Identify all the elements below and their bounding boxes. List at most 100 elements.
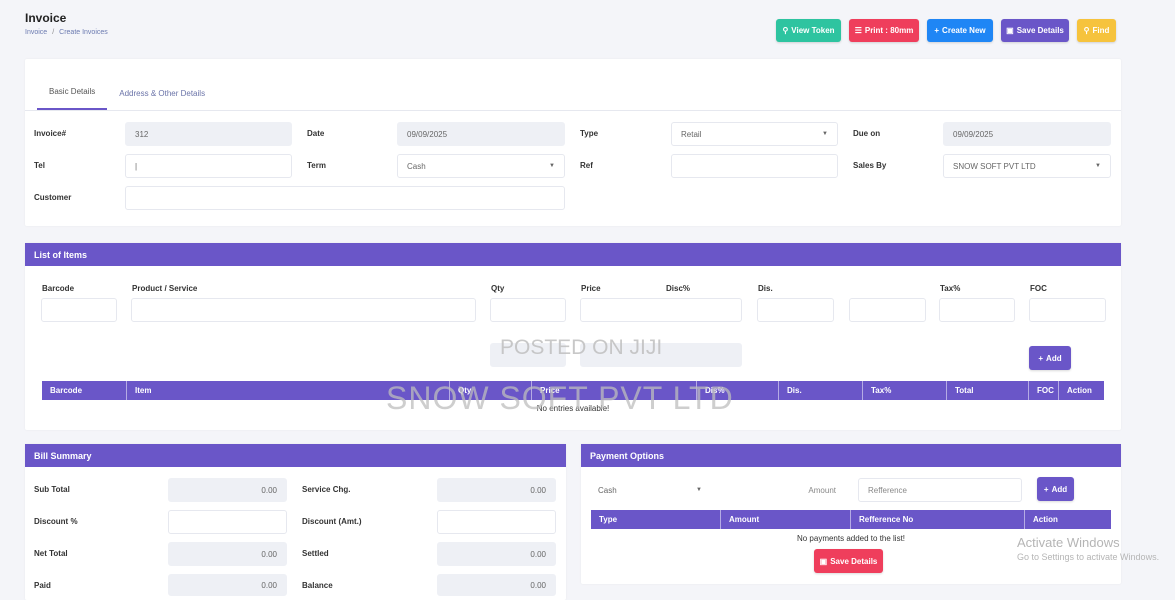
sub-total-label: Sub Total	[34, 485, 70, 494]
discount-amt-label: Discount (Amt.)	[302, 517, 362, 526]
add-item-button[interactable]: + Add	[1029, 346, 1071, 370]
term-label: Term	[307, 161, 326, 170]
find-button[interactable]: ⚲ Find	[1077, 19, 1116, 42]
payments-table-header: Type Amount Refference No Action	[591, 510, 1111, 529]
net-total-field[interactable]: 0.00	[168, 542, 287, 566]
service-charge-field[interactable]: 0.00	[437, 478, 556, 502]
payment-save-details-button[interactable]: ▣ Save Details	[814, 549, 883, 573]
print-button[interactable]: ☰ Print : 80mm	[849, 19, 919, 42]
company-watermark: SNOW SOFT PVT LTD	[386, 380, 734, 416]
add-item-label: Add	[1046, 353, 1062, 363]
view-token-button[interactable]: ⚲ View Token	[776, 19, 841, 42]
list-of-items-title: List of Items	[25, 243, 1121, 266]
payment-amount-placeholder: Amount	[808, 485, 836, 495]
entry-amount-input[interactable]	[849, 298, 926, 322]
add-payment-label: Add	[1051, 484, 1068, 494]
entry-barcode-input[interactable]	[41, 298, 117, 322]
chevron-down-icon: ▼	[549, 163, 555, 169]
payment-method-value: Cash	[598, 485, 617, 495]
paid-value: 0.00	[261, 580, 277, 590]
settled-field[interactable]: 0.00	[437, 542, 556, 566]
page-title: Invoice	[25, 11, 67, 25]
create-new-button[interactable]: + Create New	[927, 19, 993, 42]
print-label: Print : 80mm	[864, 26, 914, 35]
discount-amt-input[interactable]	[437, 510, 556, 534]
chevron-down-icon: ▼	[822, 131, 828, 137]
payment-amount-input[interactable]: Amount	[722, 478, 846, 502]
tel-input[interactable]: |	[125, 154, 292, 178]
invoice-number-value: 312	[135, 129, 149, 139]
payment-reference-input[interactable]: Refference	[858, 478, 1022, 502]
plus-icon: +	[934, 26, 940, 35]
entry-dis-input[interactable]	[757, 298, 834, 322]
term-value: Cash	[407, 161, 426, 171]
col-dis: Dis.	[779, 381, 863, 400]
tab-address-other-details[interactable]: Address & Other Details	[107, 89, 217, 110]
entry-tax-label: Tax%	[940, 284, 961, 293]
settled-label: Settled	[302, 549, 329, 558]
search-icon: ⚲	[1083, 26, 1090, 35]
chevron-down-icon: ▼	[1095, 163, 1101, 169]
type-label: Type	[580, 129, 599, 138]
tab-basic-details[interactable]: Basic Details	[37, 87, 108, 110]
paid-field[interactable]: 0.00	[168, 574, 287, 596]
col-barcode: Barcode	[42, 381, 127, 400]
entry-product-input[interactable]	[131, 298, 476, 322]
entry-qty-input[interactable]	[490, 298, 566, 322]
entry-tax-input[interactable]	[939, 298, 1015, 322]
sales-by-select[interactable]: SNOW SOFT PVT LTD ▼	[943, 154, 1111, 178]
ref-label: Ref	[580, 161, 593, 170]
breadcrumb: Invoice / Create Invoices	[25, 29, 108, 36]
breadcrumb-create-invoices: Create Invoices	[59, 29, 108, 36]
entry-foc-label: FOC	[1030, 284, 1047, 293]
col-payment-amount: Amount	[721, 510, 851, 529]
save-icon: ▣	[1006, 26, 1014, 35]
breadcrumb-separator: /	[52, 29, 55, 36]
invoice-number-label: Invoice#	[34, 129, 67, 138]
col-payment-action: Action	[1033, 515, 1058, 524]
tab-bar: Basic Details Address & Other Details	[25, 59, 1121, 111]
ref-input[interactable]	[671, 154, 838, 178]
chevron-down-icon: ▼	[696, 487, 702, 493]
due-on-field[interactable]: 09/09/2025	[943, 122, 1111, 146]
customer-input[interactable]	[125, 186, 565, 210]
col-action: Action	[1067, 386, 1092, 395]
date-label: Date	[307, 129, 325, 138]
payment-method-select[interactable]: Cash ▼	[588, 478, 712, 502]
date-field[interactable]: 09/09/2025	[397, 122, 565, 146]
net-total-value: 0.00	[261, 549, 277, 559]
settled-value: 0.00	[530, 549, 546, 559]
add-payment-button[interactable]: + Add	[1037, 477, 1074, 501]
posted-watermark: POSTED ON JIJI	[500, 336, 663, 359]
invoice-number-field[interactable]: 312	[125, 122, 292, 146]
col-foc: FOC	[1029, 381, 1059, 400]
view-token-label: View Token	[791, 26, 835, 35]
tel-value: |	[135, 161, 138, 171]
breadcrumb-invoice[interactable]: Invoice	[25, 29, 47, 36]
service-charge-label: Service Chg.	[302, 485, 351, 494]
activate-windows-subtitle: Go to Settings to activate Windows.	[1017, 552, 1160, 562]
discount-pct-input[interactable]	[168, 510, 287, 534]
toolbar: ⚲ View Token ☰ Print : 80mm + Create New…	[776, 19, 1116, 42]
sub-total-field[interactable]: 0.00	[168, 478, 287, 502]
col-tax: Tax%	[863, 381, 947, 400]
customer-label: Customer	[34, 193, 72, 202]
sales-by-value: SNOW SOFT PVT LTD	[953, 161, 1036, 171]
save-details-button[interactable]: ▣ Save Details	[1001, 19, 1069, 42]
net-total-label: Net Total	[34, 549, 68, 558]
plus-icon: +	[1038, 353, 1044, 363]
list-icon: ☰	[854, 26, 862, 35]
type-value: Retail	[681, 129, 702, 139]
create-new-label: Create New	[942, 26, 986, 35]
paid-label: Paid	[34, 581, 51, 590]
entry-price-input[interactable]	[580, 298, 742, 322]
type-select[interactable]: Retail ▼	[671, 122, 838, 146]
entry-disc-pct-label: Disc%	[666, 284, 691, 293]
payment-options-title: Payment Options	[581, 444, 1121, 467]
payment-reference-placeholder: Refference	[868, 485, 907, 495]
term-select[interactable]: Cash ▼	[397, 154, 565, 178]
balance-value: 0.00	[530, 580, 546, 590]
entry-foc-input[interactable]	[1029, 298, 1106, 322]
balance-label: Balance	[302, 581, 333, 590]
balance-field[interactable]: 0.00	[437, 574, 556, 596]
